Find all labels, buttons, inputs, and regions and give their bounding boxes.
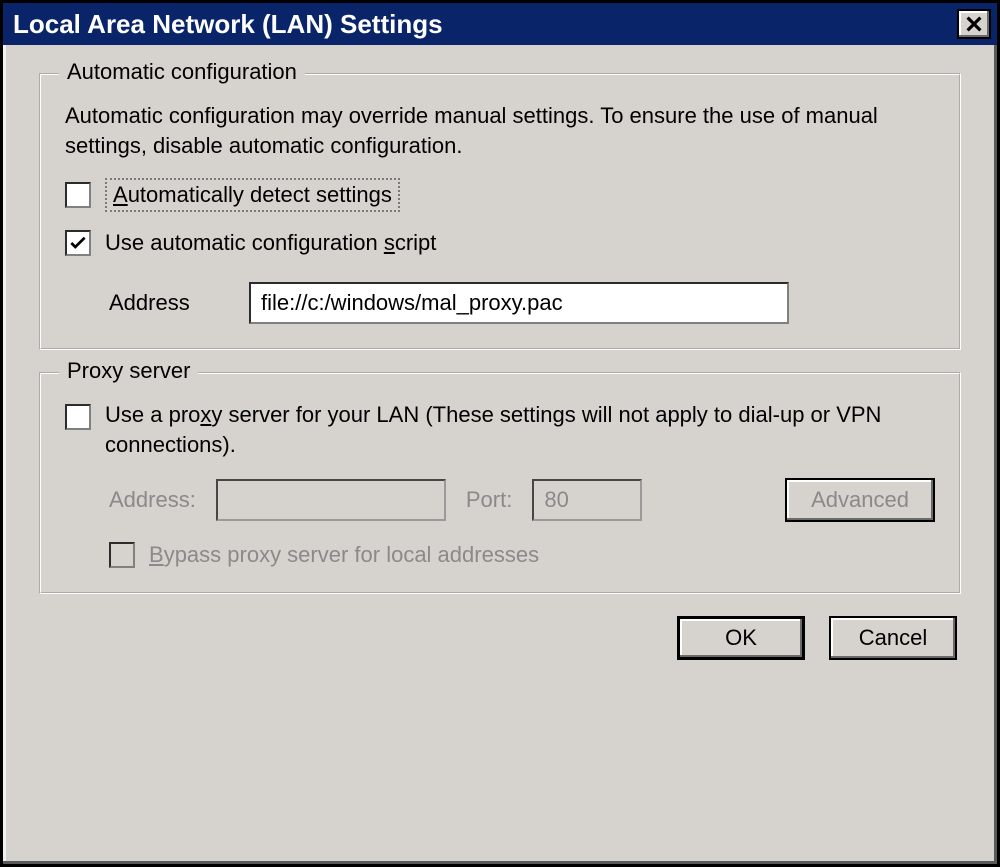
window-title: Local Area Network (LAN) Settings xyxy=(13,9,443,40)
titlebar: Local Area Network (LAN) Settings xyxy=(3,3,997,45)
proxy-use-checkbox[interactable] xyxy=(65,404,91,430)
automatic-configuration-group: Automatic configuration Automatic config… xyxy=(39,73,961,350)
close-icon xyxy=(966,16,982,32)
proxy-bypass-label: Bypass proxy server for local addresses xyxy=(149,542,539,568)
automatic-configuration-description: Automatic configuration may override man… xyxy=(65,101,935,160)
proxy-address-input xyxy=(216,479,446,521)
close-button[interactable] xyxy=(957,9,991,39)
proxy-address-port-row: Address: Port: Advanced xyxy=(109,478,935,522)
proxy-port-input xyxy=(532,479,642,521)
ok-button[interactable]: OK xyxy=(677,616,805,660)
lan-settings-dialog: Local Area Network (LAN) Settings Automa… xyxy=(0,0,1000,867)
auto-script-checkbox[interactable] xyxy=(65,230,91,256)
proxy-server-legend: Proxy server xyxy=(59,358,198,384)
cancel-button[interactable]: Cancel xyxy=(829,616,957,660)
proxy-bypass-checkbox xyxy=(109,542,135,568)
proxy-server-group: Proxy server Use a proxy server for your… xyxy=(39,372,961,593)
dialog-button-row: OK Cancel xyxy=(39,616,961,660)
auto-script-row: Use automatic configuration script xyxy=(65,230,935,256)
automatic-configuration-legend: Automatic configuration xyxy=(59,59,305,85)
auto-script-address-row: Address xyxy=(109,282,935,324)
auto-detect-checkbox[interactable] xyxy=(65,182,91,208)
auto-script-address-input[interactable] xyxy=(249,282,789,324)
proxy-address-label: Address: xyxy=(109,487,196,513)
proxy-use-row: Use a proxy server for your LAN (These s… xyxy=(65,400,935,459)
auto-script-address-label: Address xyxy=(109,290,229,316)
auto-script-label[interactable]: Use automatic configuration script xyxy=(105,230,436,256)
auto-detect-label[interactable]: Automatically detect settings xyxy=(105,178,400,212)
dialog-client-area: Automatic configuration Automatic config… xyxy=(3,45,997,684)
advanced-button: Advanced xyxy=(785,478,935,522)
proxy-port-label: Port: xyxy=(466,487,513,513)
proxy-bypass-row: Bypass proxy server for local addresses xyxy=(109,542,935,568)
proxy-use-label[interactable]: Use a proxy server for your LAN (These s… xyxy=(105,400,925,459)
check-icon xyxy=(70,235,86,251)
auto-detect-row: Automatically detect settings xyxy=(65,178,935,212)
